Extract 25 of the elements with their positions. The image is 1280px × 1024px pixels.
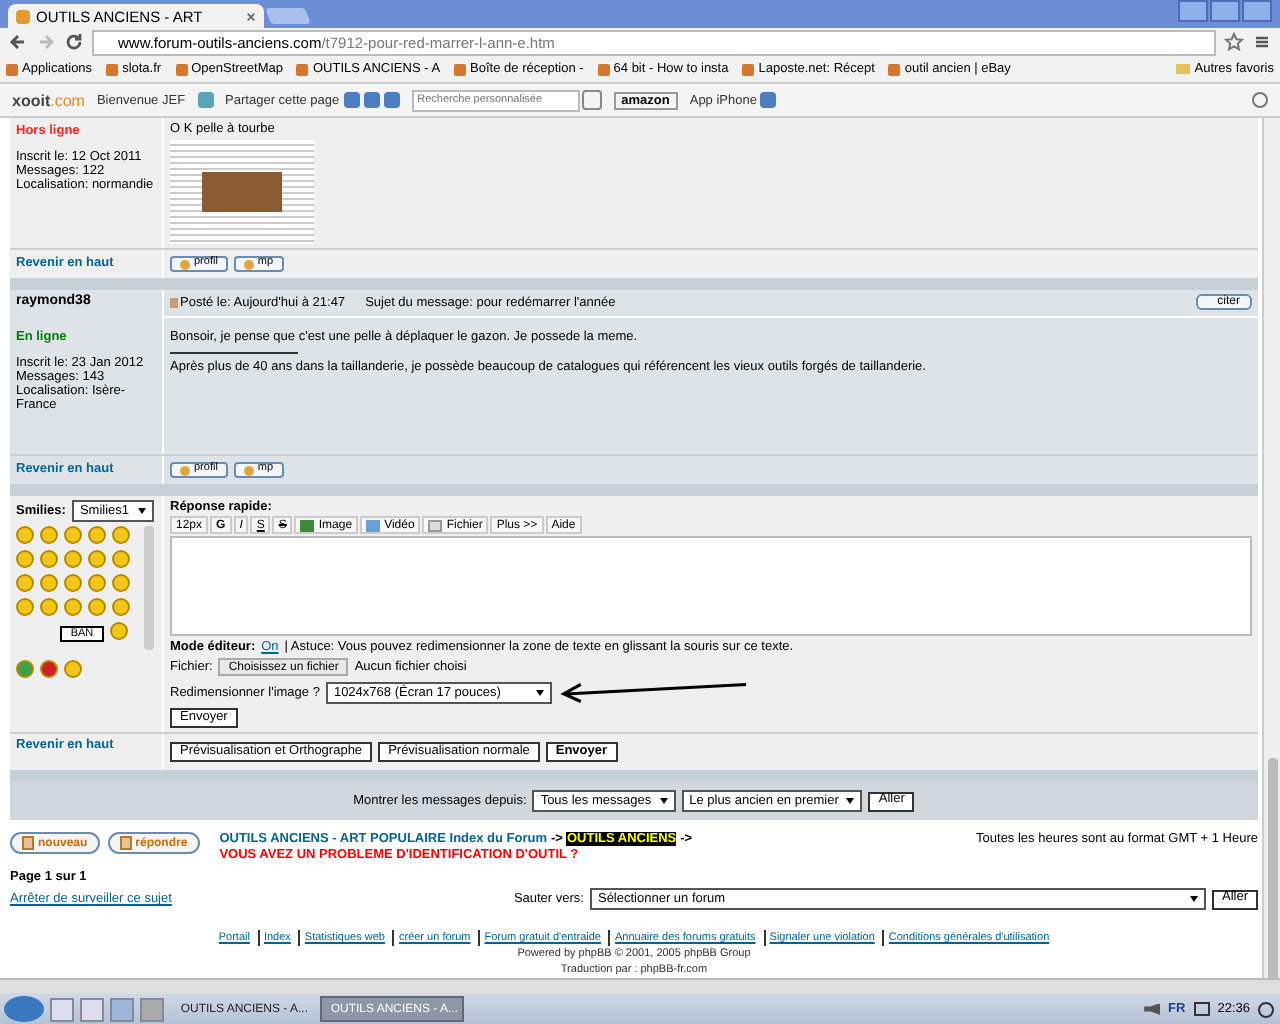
power-icon[interactable] xyxy=(1258,1001,1274,1017)
favicon-icon xyxy=(597,63,610,75)
favicon-icon xyxy=(175,63,188,75)
back-icon[interactable] xyxy=(8,32,28,52)
favicon-icon xyxy=(6,63,18,75)
scrollbar[interactable] xyxy=(1262,118,1280,978)
scrollbar[interactable] xyxy=(144,526,154,650)
forward-icon[interactable] xyxy=(36,32,56,52)
site-logo[interactable]: xooit.com xyxy=(12,91,85,109)
message-field[interactable] xyxy=(170,536,1252,636)
favicon-icon xyxy=(454,63,467,75)
menu-icon[interactable] xyxy=(1252,32,1272,52)
new-tab-button[interactable] xyxy=(265,8,311,24)
favicon-icon xyxy=(296,63,309,75)
favicon-icon xyxy=(16,9,30,23)
post-icon xyxy=(170,297,178,307)
start-button[interactable] xyxy=(4,996,44,1022)
scrollbar[interactable] xyxy=(0,978,1280,994)
volume-icon[interactable] xyxy=(1144,1003,1161,1015)
favicon-icon xyxy=(742,63,755,75)
close-tab-icon[interactable] xyxy=(246,11,256,21)
favicon-icon xyxy=(106,63,119,75)
reload-icon[interactable] xyxy=(64,32,84,52)
favicon-icon xyxy=(888,63,901,75)
folder-icon xyxy=(1176,64,1191,74)
